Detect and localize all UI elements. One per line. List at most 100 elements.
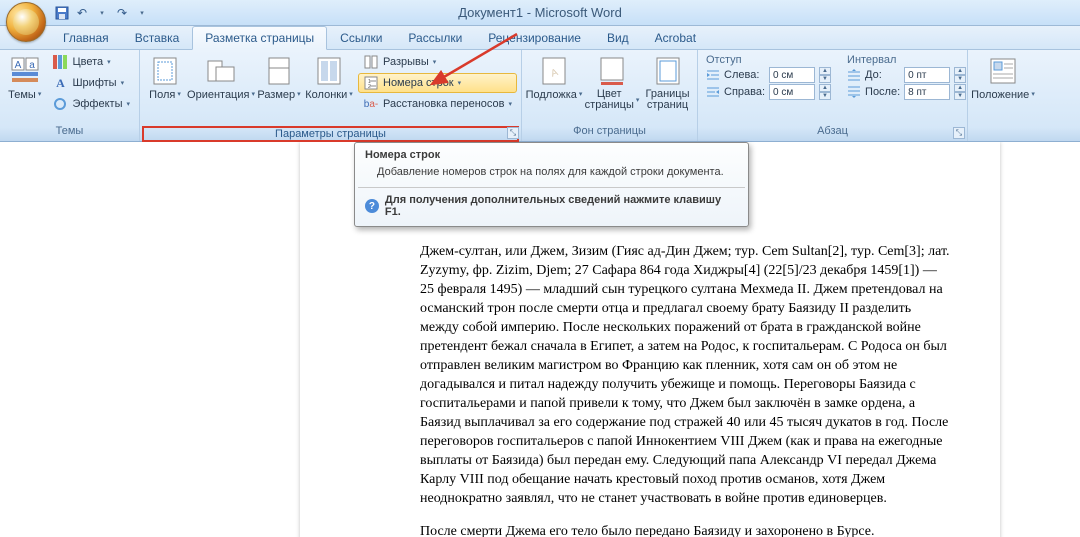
spacing-before-icon [847, 69, 861, 81]
page-borders-label: Границы страниц [645, 89, 690, 111]
quick-access-toolbar: ↶ ▾ ↷ ▾ [54, 5, 150, 21]
tooltip-title: Номера строк [355, 143, 748, 163]
size-label: Размер [257, 89, 295, 101]
hyphenation-icon: ba- [363, 96, 379, 112]
redo-icon[interactable]: ↷ [114, 5, 130, 21]
theme-effects-button[interactable]: Эффекты ▾ [47, 94, 135, 114]
spacing-before-spinner[interactable]: ▲▼ [954, 67, 966, 83]
tab-view[interactable]: Вид [594, 26, 642, 49]
columns-label: Колонки [305, 89, 347, 101]
page-color-icon [596, 55, 628, 87]
margins-label: Поля [149, 89, 175, 101]
themes-icon: Aa [9, 55, 41, 87]
chevron-down-icon: ▾ [433, 58, 437, 66]
svg-text:A: A [14, 60, 21, 71]
page-borders-icon [652, 55, 684, 87]
indent-panel: Отступ Слева: 0 см ▲▼ Справа: 0 см ▲▼ [706, 54, 833, 100]
document-paragraph[interactable]: Джем-султан, или Джем, Зизим (Гияс ад-Ди… [420, 242, 950, 508]
svg-text:a: a [29, 60, 35, 71]
watermark-icon: A [538, 55, 570, 87]
spacing-before-label: До: [865, 69, 900, 81]
indent-left-spinner[interactable]: ▲▼ [819, 67, 831, 83]
tooltip-body: Добавление номеров строк на полях для ка… [355, 163, 748, 187]
paragraph-dialog-launcher[interactable]: ⤡ [953, 127, 965, 139]
position-icon [987, 55, 1019, 87]
tab-insert[interactable]: Вставка [122, 26, 193, 49]
tab-acrobat[interactable]: Acrobat [642, 26, 709, 49]
spacing-after-spinner[interactable]: ▲▼ [954, 84, 966, 100]
chevron-down-icon: ▾ [579, 89, 583, 101]
indent-right-spinner[interactable]: ▲▼ [819, 84, 831, 100]
spacing-header: Интервал [847, 54, 900, 66]
svg-text:2: 2 [368, 84, 371, 90]
orientation-button[interactable]: Ориентация▾ [188, 52, 254, 102]
columns-button[interactable]: Колонки▾ [304, 52, 354, 102]
page-borders-button[interactable]: Границы страниц [642, 52, 693, 112]
qat-customize-icon[interactable]: ▾ [134, 5, 150, 21]
chevron-down-icon: ▾ [121, 79, 125, 87]
tab-home[interactable]: Главная [50, 26, 122, 49]
group-paragraph-label: Абзац [702, 125, 963, 141]
tab-page-layout[interactable]: Разметка страницы [192, 26, 327, 50]
indent-left-input[interactable]: 0 см [769, 67, 815, 83]
group-page-background-label: Фон страницы [526, 125, 693, 141]
chevron-down-icon: ▾ [107, 58, 111, 66]
chevron-down-icon: ▾ [349, 89, 353, 101]
line-numbers-label: Номера строк [383, 77, 454, 89]
colors-icon [52, 54, 68, 70]
theme-fonts-button[interactable]: A Шрифты ▾ [47, 73, 135, 93]
undo-dropdown-icon[interactable]: ▾ [94, 5, 110, 21]
chevron-down-icon: ▾ [251, 89, 255, 101]
indent-left-label: Слева: [724, 69, 765, 81]
chevron-down-icon: ▾ [1031, 89, 1035, 101]
indent-left-icon [706, 69, 720, 81]
indent-right-icon [706, 86, 720, 98]
ribbon-tabs: Главная Вставка Разметка страницы Ссылки… [0, 26, 1080, 50]
position-button[interactable]: Положение▾ [972, 52, 1034, 102]
chevron-down-icon: ▾ [177, 89, 181, 101]
position-label: Положение [971, 89, 1029, 101]
effects-icon [52, 96, 68, 112]
indent-right-label: Справа: [724, 86, 765, 98]
size-button[interactable]: Размер▾ [256, 52, 302, 102]
group-arrange: Положение▾ [968, 50, 1076, 141]
ribbon: Aa Темы▾ Цвета ▾ A Шрифты ▾ Эффекты [0, 50, 1080, 142]
breaks-button[interactable]: Разрывы ▾ [358, 52, 517, 72]
group-page-background: A Подложка▾ Цвет страницы▾ Границы стран… [522, 50, 698, 141]
group-themes: Aa Темы▾ Цвета ▾ A Шрифты ▾ Эффекты [0, 50, 140, 141]
spacing-panel: Интервал До: 0 пт ▲▼ После: 8 пт ▲▼ [847, 54, 968, 100]
tooltip-footer-text: Для получения дополнительных сведений на… [385, 194, 738, 218]
indent-right-input[interactable]: 0 см [769, 84, 815, 100]
fonts-icon: A [52, 75, 68, 91]
group-page-setup-label: Параметры страницы [142, 126, 519, 142]
tab-review[interactable]: Рецензирование [475, 26, 594, 49]
orientation-label: Ориентация [187, 89, 249, 101]
office-button[interactable] [6, 2, 46, 42]
themes-button[interactable]: Aa Темы▾ [4, 52, 45, 102]
page-setup-dialog-launcher[interactable]: ⤡ [507, 127, 519, 139]
line-numbers-icon: 12 [363, 75, 379, 91]
spacing-after-input[interactable]: 8 пт [904, 84, 950, 100]
watermark-button[interactable]: A Подложка▾ [526, 52, 582, 102]
chevron-down-icon: ▾ [297, 89, 301, 101]
chevron-down-icon: ▾ [636, 95, 640, 106]
breaks-icon [363, 54, 379, 70]
tab-references[interactable]: Ссылки [327, 26, 395, 49]
undo-icon[interactable]: ↶ [74, 5, 90, 21]
hyphenation-button[interactable]: ba- Расстановка переносов ▾ [358, 94, 517, 114]
spacing-before-input[interactable]: 0 пт [904, 67, 950, 83]
page-color-button[interactable]: Цвет страницы▾ [584, 52, 640, 112]
help-icon: ? [365, 199, 379, 213]
save-icon[interactable] [54, 5, 70, 21]
chevron-down-icon: ▾ [126, 100, 130, 108]
tooltip-footer: ? Для получения дополнительных сведений … [355, 188, 748, 218]
margins-button[interactable]: Поля▾ [144, 52, 186, 102]
line-numbers-button[interactable]: 12 Номера строк ▾ [358, 73, 517, 93]
page-color-label: Цвет страницы [585, 89, 634, 111]
document-paragraph[interactable]: После смерти Джема его тело было передан… [420, 522, 950, 537]
hyphenation-label: Расстановка переносов [383, 98, 504, 110]
tab-mailings[interactable]: Рассылки [395, 26, 475, 49]
columns-icon [313, 55, 345, 87]
theme-colors-button[interactable]: Цвета ▾ [47, 52, 135, 72]
group-paragraph: Отступ Слева: 0 см ▲▼ Справа: 0 см ▲▼ Ин… [698, 50, 968, 141]
